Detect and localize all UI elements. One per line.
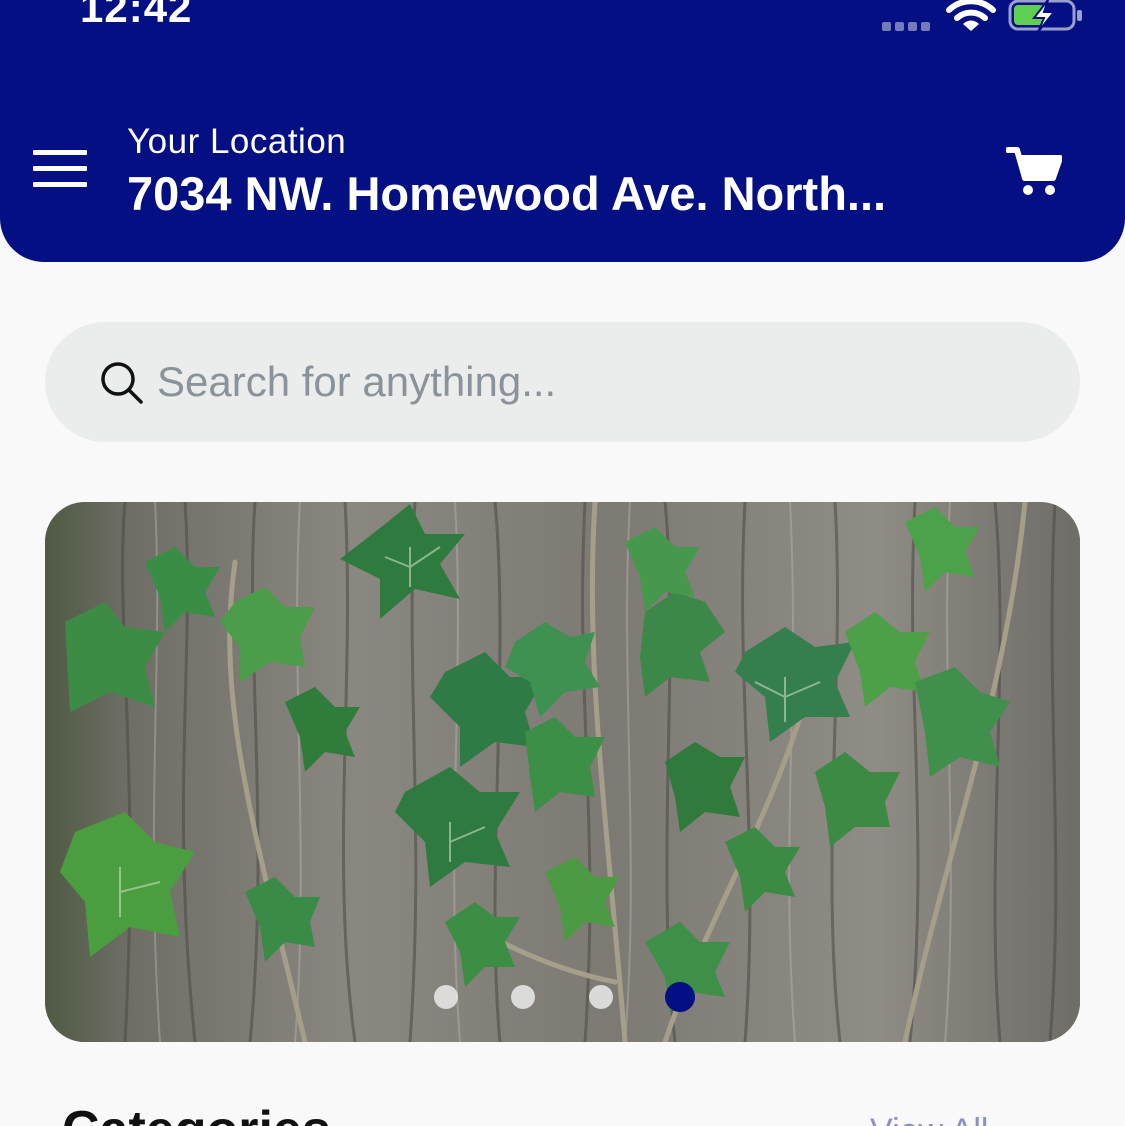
hamburger-menu-icon[interactable]	[33, 150, 89, 190]
carousel-dot-4-active[interactable]	[665, 982, 695, 1012]
view-all-link[interactable]: View All ›	[870, 1112, 1009, 1126]
app-screen: 12:42 Your Location 7034 NW. Homewood Av…	[0, 0, 1125, 1126]
carousel-dot-3[interactable]	[589, 985, 613, 1009]
cellular-signal-icon	[882, 22, 930, 31]
location-address[interactable]: 7034 NW. Homewood Ave. North...	[127, 166, 947, 221]
battery-charging-icon	[1008, 0, 1082, 33]
carousel-dot-2[interactable]	[511, 985, 535, 1009]
carousel-dot-1[interactable]	[434, 985, 458, 1009]
status-bar-time: 12:42	[80, 0, 193, 31]
wifi-icon	[946, 0, 996, 31]
chevron-right-icon: ›	[998, 1112, 1009, 1126]
promo-banner-carousel[interactable]	[45, 502, 1080, 1042]
search-icon	[101, 362, 143, 404]
shopping-cart-icon[interactable]	[1006, 146, 1062, 198]
location-label: Your Location	[127, 122, 347, 161]
view-all-label: View All	[870, 1112, 988, 1126]
categories-section-title: Categories	[62, 1100, 331, 1126]
app-header: 12:42 Your Location 7034 NW. Homewood Av…	[0, 0, 1125, 262]
banner-image-ivy-on-tree	[45, 502, 1080, 1042]
search-input[interactable]	[157, 350, 1037, 414]
